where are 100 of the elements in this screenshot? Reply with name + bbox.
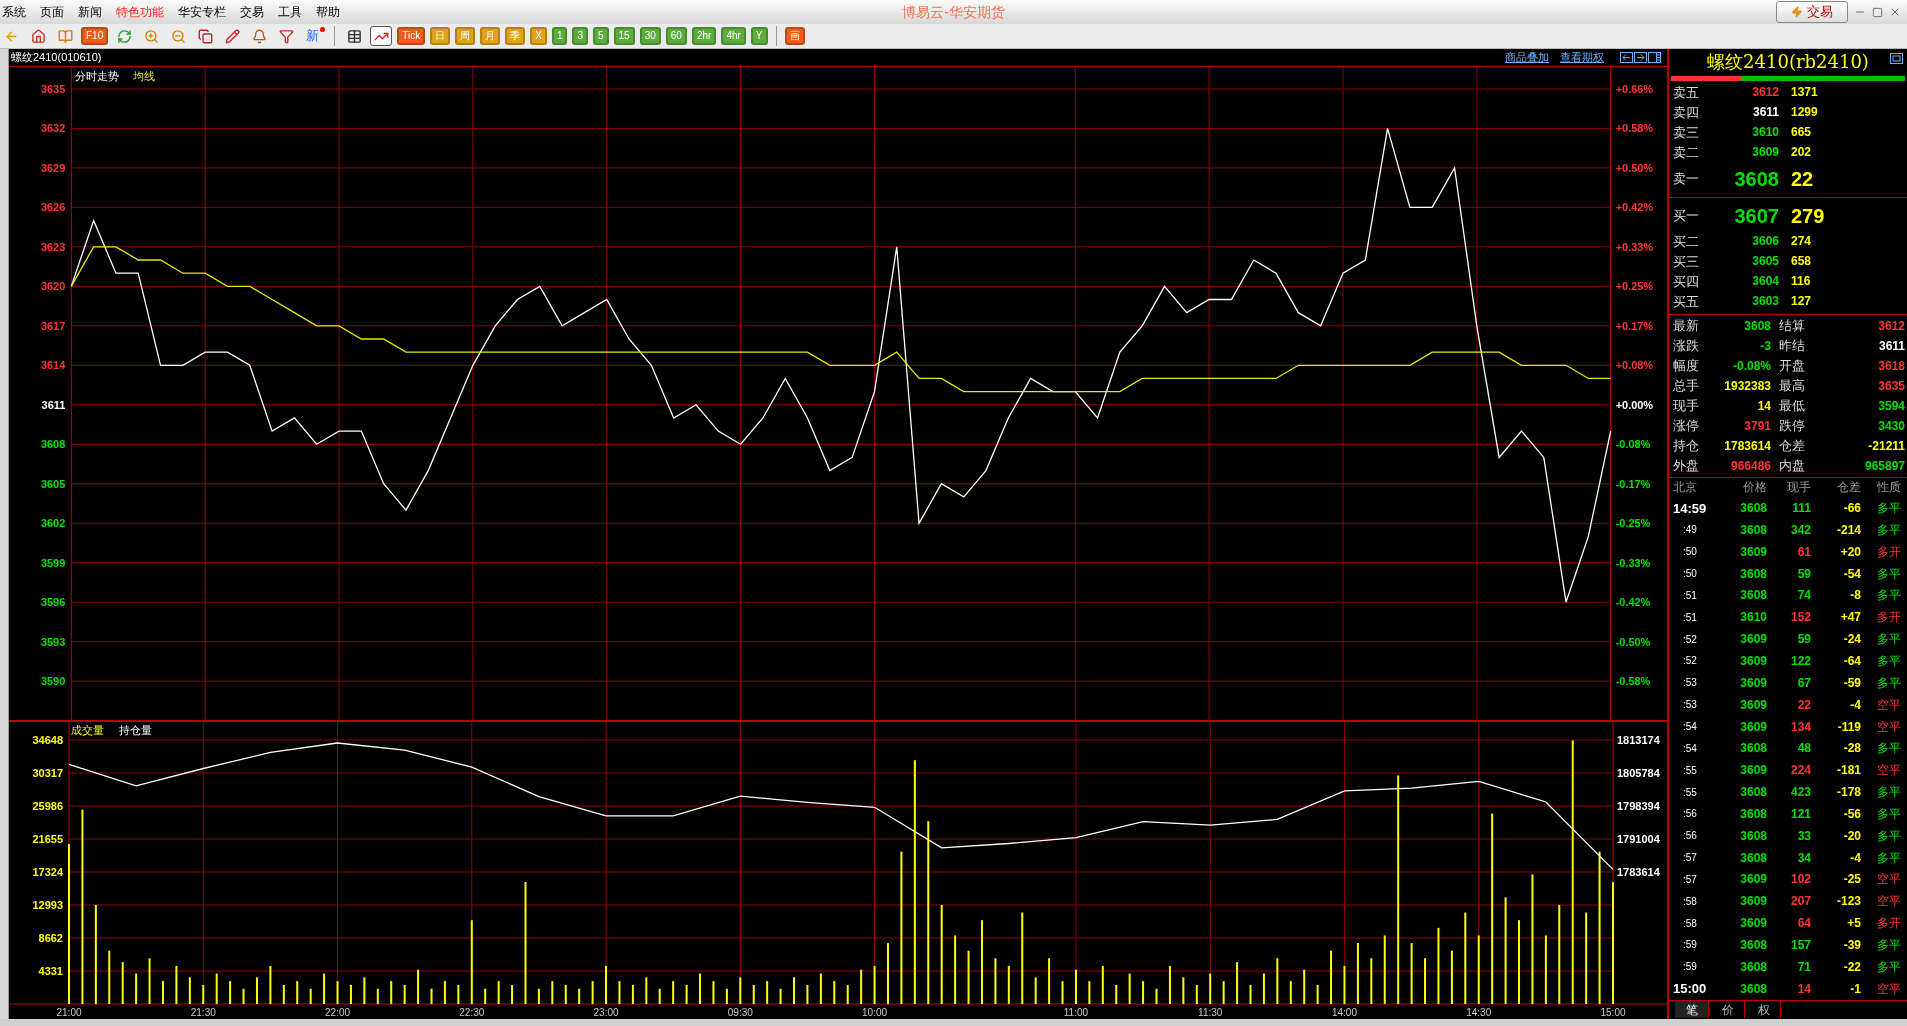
stat-value: 14 bbox=[1756, 397, 1771, 415]
menu-item[interactable]: 页面 bbox=[38, 4, 76, 20]
tick-oi-change: -25 bbox=[1842, 872, 1861, 888]
header-link[interactable]: 商品叠加 bbox=[1505, 50, 1549, 65]
tick-volume: 152 bbox=[1789, 610, 1811, 626]
order-price: 3608 bbox=[1733, 166, 1779, 191]
bar bbox=[631, 984, 634, 1004]
menu-item[interactable]: 华安专栏 bbox=[176, 4, 238, 20]
toolbar-button[interactable]: 1 bbox=[551, 27, 568, 45]
tick-oi-change: -22 bbox=[1842, 959, 1861, 975]
bar bbox=[1074, 969, 1077, 1004]
stat-label: 最低 bbox=[1778, 396, 1806, 415]
stat-label: 最高 bbox=[1778, 376, 1806, 395]
tick-nature: 多平 bbox=[1876, 675, 1901, 691]
order-level-label: 卖三 bbox=[1673, 124, 1700, 141]
open-interest-axis-label: 1805784 bbox=[1617, 767, 1660, 779]
tick-price: 3608 bbox=[1739, 522, 1767, 538]
toolbar-button[interactable]: 2hr bbox=[691, 27, 717, 45]
tick-volume: 423 bbox=[1789, 785, 1811, 801]
toolbar-button[interactable]: 季 bbox=[505, 27, 526, 45]
menu-item[interactable]: 帮助 bbox=[314, 4, 352, 20]
tick-price: 3608 bbox=[1739, 501, 1767, 517]
header-link[interactable]: 查看期权 bbox=[1560, 50, 1604, 65]
bar bbox=[1007, 965, 1010, 1004]
stat-label: 最新 bbox=[1673, 316, 1700, 335]
tick-nature: 空平 bbox=[1876, 981, 1901, 997]
left-arrow-icon[interactable] bbox=[1620, 51, 1633, 63]
stat-value: 3612 bbox=[1877, 317, 1905, 335]
toolbar-button[interactable]: F10 bbox=[81, 27, 109, 45]
tick-time: :55 bbox=[1682, 785, 1698, 800]
bar bbox=[417, 969, 420, 1004]
order-price: 3611 bbox=[1751, 105, 1779, 121]
tab[interactable]: 笔 bbox=[1675, 1001, 1709, 1019]
bar bbox=[699, 973, 702, 1004]
bar bbox=[484, 988, 487, 1004]
menu-item[interactable]: 工具 bbox=[276, 4, 314, 20]
bar bbox=[967, 950, 970, 1004]
open-interest-axis-label: 1783614 bbox=[1617, 866, 1660, 878]
bar bbox=[1142, 981, 1145, 1004]
menu-item[interactable]: 交易 bbox=[238, 4, 276, 20]
toolbar-button[interactable]: Y bbox=[750, 27, 768, 45]
toolbar-button[interactable]: 5 bbox=[593, 27, 609, 45]
toolbar-button[interactable]: X bbox=[530, 27, 547, 45]
trade-button[interactable]: 交易 bbox=[1776, 1, 1848, 23]
tick-price: 3609 bbox=[1739, 894, 1767, 910]
menu-item[interactable]: 新闻 bbox=[76, 4, 114, 20]
contract-name: 螺纹2410(010610) bbox=[11, 50, 102, 65]
right-arrow-icon[interactable] bbox=[1634, 51, 1647, 63]
tick-oi-change: -20 bbox=[1842, 828, 1861, 844]
bar bbox=[1249, 984, 1252, 1004]
toolbar-button[interactable]: 周 bbox=[455, 27, 476, 45]
tab[interactable]: 价 bbox=[1711, 1001, 1745, 1019]
tick-volume: 61 bbox=[1796, 544, 1811, 560]
tick-volume: 14 bbox=[1796, 981, 1811, 997]
toolbar-button[interactable]: 日 bbox=[430, 27, 451, 45]
menu-item[interactable]: 系统 bbox=[0, 4, 38, 20]
stat-label: 外盘 bbox=[1673, 456, 1700, 475]
maximize-icon[interactable] bbox=[1890, 53, 1903, 64]
time-axis-label: 14:00 bbox=[1331, 1007, 1357, 1018]
order-level-label: 买一 bbox=[1673, 207, 1700, 224]
tick-nature: 多平 bbox=[1876, 653, 1901, 669]
tick-nature: 多平 bbox=[1876, 588, 1901, 604]
bar bbox=[886, 943, 889, 1004]
panel-icon[interactable] bbox=[1648, 51, 1661, 63]
bar bbox=[954, 935, 957, 1004]
tick-oi-change: +20 bbox=[1839, 544, 1861, 560]
bar bbox=[873, 965, 876, 1004]
percent-axis-label: +0.50% bbox=[1615, 161, 1654, 174]
order-price: 3607 bbox=[1733, 203, 1779, 228]
close-icon[interactable] bbox=[1889, 6, 1901, 18]
toolbar-button[interactable]: 15 bbox=[613, 27, 635, 45]
stat-label: 开盘 bbox=[1778, 356, 1806, 375]
toolbar-button[interactable]: 3 bbox=[572, 27, 588, 45]
window-title: 博易云-华安期货 bbox=[902, 3, 1005, 21]
toolbar-button[interactable]: 月 bbox=[480, 27, 501, 45]
bar bbox=[242, 988, 245, 1004]
news-button[interactable]: 新 bbox=[302, 26, 327, 46]
bar bbox=[497, 981, 500, 1004]
line-chart-icon[interactable] bbox=[370, 26, 393, 46]
toolbar-button[interactable]: 画 bbox=[784, 27, 805, 45]
price-axis-label: 3602 bbox=[40, 517, 66, 530]
tick-time: :52 bbox=[1682, 632, 1698, 647]
bar bbox=[1168, 965, 1171, 1004]
menu-item[interactable]: 特色功能 bbox=[114, 4, 176, 20]
toolbar-button[interactable]: 30 bbox=[639, 27, 661, 45]
tick-time: :50 bbox=[1682, 545, 1698, 560]
volume-axis-label: 17324 bbox=[32, 866, 63, 878]
order-volume: 279 bbox=[1790, 203, 1826, 228]
quote-title: 螺纹2410(rb2410) bbox=[1707, 51, 1869, 74]
toolbar-button[interactable]: 4hr bbox=[721, 27, 746, 45]
toolbar-button[interactable]: 60 bbox=[665, 27, 687, 45]
bar bbox=[188, 977, 191, 1004]
tick-time: :57 bbox=[1682, 851, 1698, 866]
stat-label: 涨停 bbox=[1673, 416, 1700, 435]
bar bbox=[323, 973, 326, 1004]
bar bbox=[1383, 935, 1386, 1004]
toolbar-button[interactable]: Tick bbox=[397, 27, 426, 45]
volume-axis-label: 21655 bbox=[32, 833, 63, 845]
tick-volume: 48 bbox=[1796, 741, 1811, 757]
tab[interactable]: 权 bbox=[1747, 1001, 1781, 1019]
